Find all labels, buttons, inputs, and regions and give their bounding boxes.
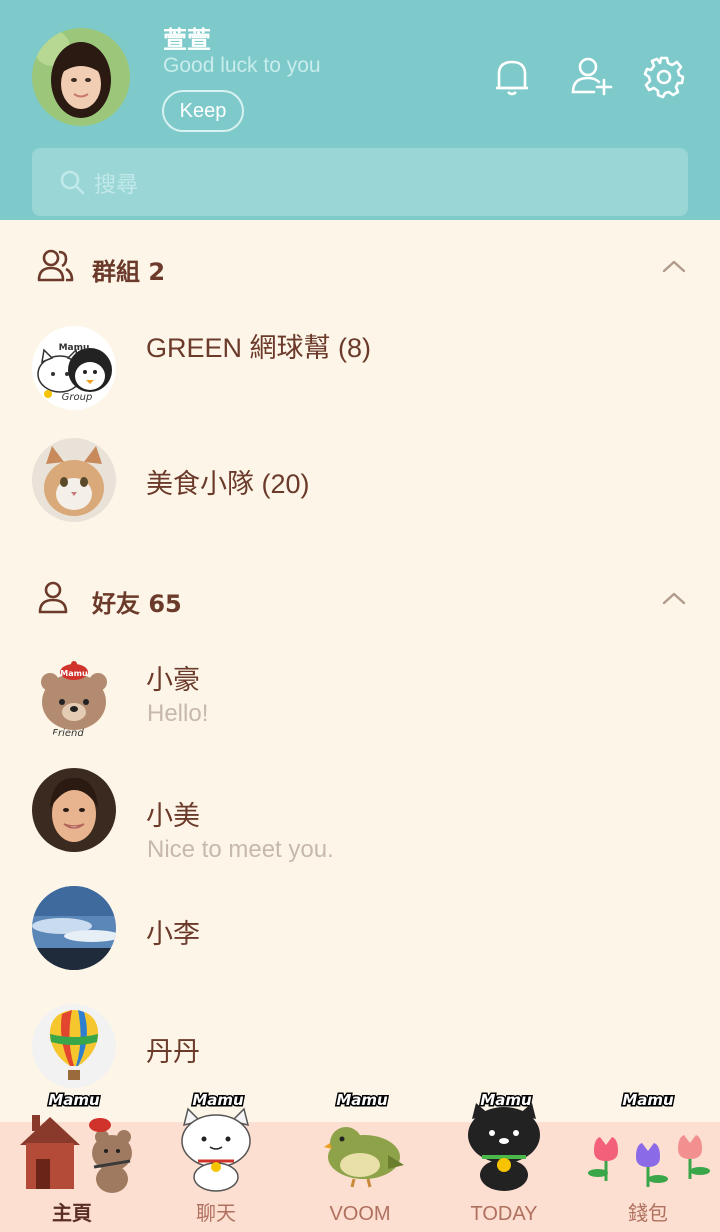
group-name: 美食小隊 (20) [146, 469, 310, 499]
list-item[interactable]: 美食小隊 (20) [0, 428, 720, 538]
keep-button[interactable]: Keep [162, 90, 244, 132]
friend-name: 小豪 [146, 665, 200, 695]
avatar-badge-text: Mamu [60, 669, 88, 678]
nav-tab-wallet[interactable]: Mamu 錢包 [576, 1085, 720, 1232]
chevron-up-icon[interactable] [660, 588, 688, 608]
mamu-badge-text: Mamu [480, 1091, 532, 1109]
friend-status-message: Nice to meet you. [147, 836, 334, 863]
friends-section-title: 好友 65 [92, 590, 182, 618]
list-item[interactable]: Mamu Group GREEN 網球幫 (8) [0, 316, 720, 426]
add-friend-icon[interactable] [568, 52, 616, 100]
nav-tab-voom[interactable]: Mamu VOOM [288, 1085, 432, 1232]
friend-name: 小美 [146, 801, 200, 831]
profile-status-message[interactable]: Good luck to you [163, 54, 321, 78]
group-avatar: Mamu Group [32, 326, 116, 410]
groups-section-title: 群組 2 [92, 258, 166, 286]
nav-label: VOOM [329, 1203, 391, 1225]
list-item[interactable]: Mamu Friend 小豪 Hello! [0, 646, 720, 756]
mamu-badge-text: Mamu [48, 1091, 100, 1109]
friends-section-header[interactable]: 好友 65 [0, 568, 720, 628]
profile-name[interactable]: 萱萱 [163, 20, 211, 55]
wallet-tab-icon: Mamu [588, 1090, 710, 1187]
avatar-caption: Friend [52, 728, 84, 739]
friend-name: 小李 [146, 919, 200, 949]
mamu-badge-text: Mamu [192, 1091, 244, 1109]
group-avatar [32, 438, 116, 522]
nav-label: 聊天 [196, 1203, 236, 1225]
list-item[interactable]: 小李 [0, 876, 720, 986]
list-item[interactable]: 小美 Nice to meet you. [0, 758, 720, 868]
nav-label: TODAY [470, 1203, 538, 1225]
friend-avatar [32, 886, 116, 970]
bell-icon[interactable] [488, 52, 536, 100]
friend-avatar: Mamu Friend [32, 656, 116, 740]
nav-tab-today[interactable]: Mamu TODAY [432, 1085, 576, 1232]
friend-icon [36, 580, 74, 616]
friend-avatar [32, 1004, 116, 1088]
mamu-badge-text: Mamu [336, 1091, 388, 1109]
groups-section-header[interactable]: 群組 2 [0, 236, 720, 296]
friend-status-message: Hello! [147, 700, 209, 727]
avatar-caption: Group [62, 392, 93, 403]
home-tab-icon: Mamu [20, 1090, 132, 1193]
group-icon [36, 248, 74, 284]
profile-avatar[interactable] [32, 28, 130, 126]
nav-label: 錢包 [628, 1203, 668, 1225]
friend-avatar [32, 768, 116, 852]
nav-tab-chats[interactable]: Mamu 聊天 [144, 1085, 288, 1232]
mamu-badge-text: Mamu [622, 1091, 674, 1109]
nav-tab-home[interactable]: Mamu 主頁 [0, 1085, 144, 1232]
voom-tab-icon: Mamu [324, 1090, 404, 1188]
search-placeholder: 搜尋 [94, 173, 139, 198]
nav-label: 主頁 [52, 1203, 92, 1225]
avatar-badge-text: Mamu [59, 343, 90, 353]
chat-tab-icon: Mamu [181, 1090, 251, 1192]
group-name: GREEN 網球幫 (8) [146, 333, 372, 363]
friend-name: 丹丹 [146, 1037, 200, 1067]
chevron-up-icon[interactable] [660, 256, 688, 276]
settings-gear-icon[interactable] [640, 52, 688, 100]
search-icon [58, 168, 86, 196]
today-tab-icon: Mamu [468, 1090, 540, 1191]
